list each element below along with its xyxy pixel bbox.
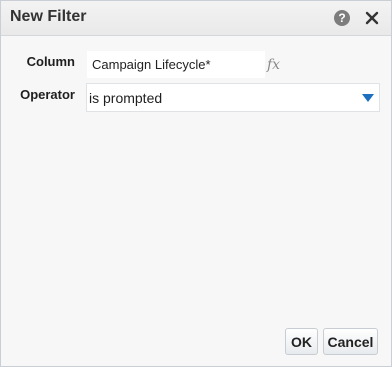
help-icon[interactable]: ? <box>334 10 350 26</box>
dialog-body: Column Campaign Lifecycle* fx Operator i… <box>1 36 391 366</box>
column-field[interactable]: Campaign Lifecycle* <box>87 51 265 78</box>
dialog-title-bar: New Filter ? <box>1 1 391 36</box>
ok-button[interactable]: OK <box>285 328 318 355</box>
dialog-title: New Filter <box>10 8 87 25</box>
new-filter-dialog: New Filter ? Column Campaign Lifecycle* … <box>0 0 392 367</box>
chevron-down-icon[interactable] <box>362 94 374 102</box>
fx-icon[interactable]: fx <box>267 57 280 73</box>
close-x-glyph <box>365 11 379 25</box>
column-label: Column <box>26 54 75 69</box>
operator-selected-value: is prompted <box>89 90 163 106</box>
cancel-button[interactable]: Cancel <box>323 328 378 355</box>
close-icon[interactable] <box>363 9 381 27</box>
operator-label: Operator <box>20 87 75 102</box>
operator-select[interactable]: is prompted <box>86 83 380 112</box>
